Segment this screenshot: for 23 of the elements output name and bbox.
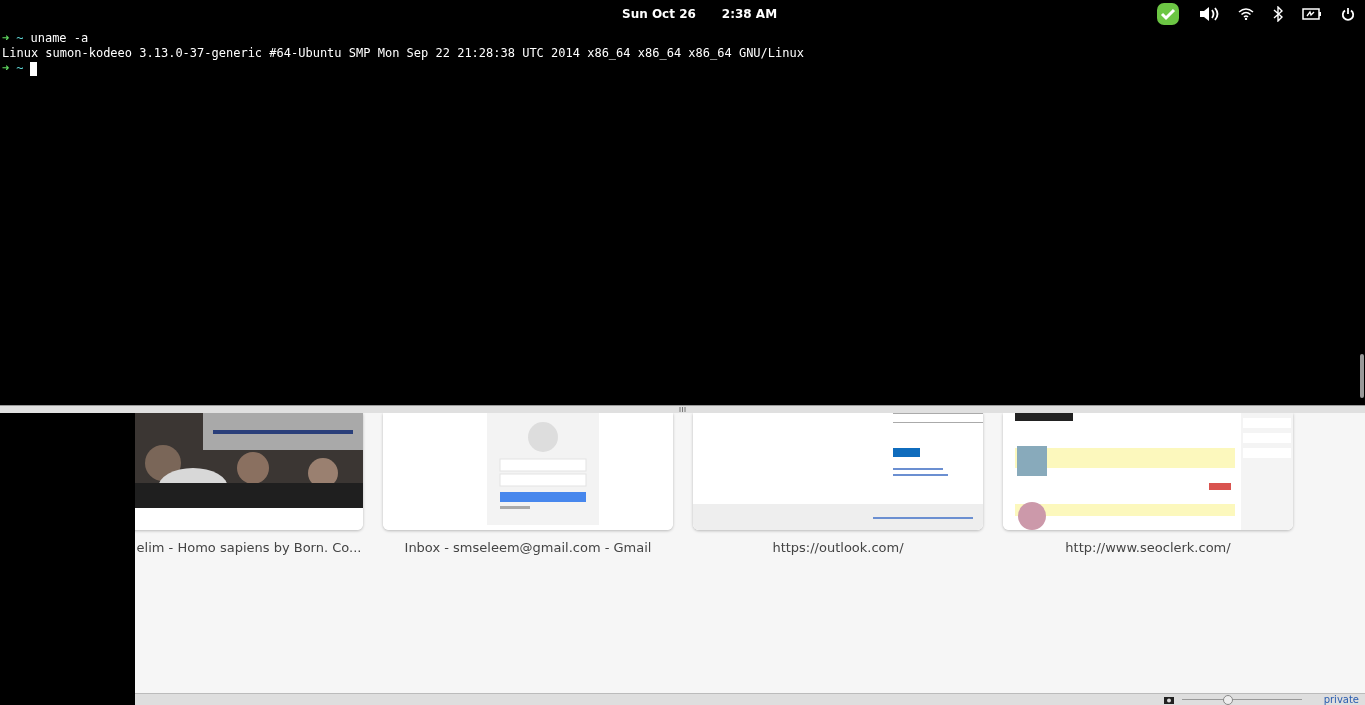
- thumbnail-title[interactable]: Inbox - smseleem@gmail.com - Gmail: [404, 540, 652, 555]
- wifi-icon[interactable]: [1238, 8, 1254, 20]
- bluetooth-icon[interactable]: [1273, 6, 1283, 22]
- prompt-arrow: ➜: [2, 31, 10, 46]
- prompt-directory: ~: [16, 31, 24, 46]
- battery-icon[interactable]: [1302, 8, 1322, 20]
- thumbnail-title[interactable]: https://outlook.com/: [772, 540, 904, 555]
- slider-thumb[interactable]: [1223, 694, 1234, 705]
- grip-icon[interactable]: [679, 407, 686, 412]
- check-badge-icon[interactable]: [1156, 2, 1180, 26]
- volume-icon[interactable]: [1199, 6, 1219, 22]
- power-icon[interactable]: [1341, 7, 1355, 21]
- thumbnail-title[interactable]: http://www.seoclerk.com/: [1065, 540, 1231, 555]
- prompt-arrow: ➜: [2, 61, 10, 76]
- date-label[interactable]: Sun Oct 26: [622, 7, 696, 21]
- command-text: uname -a: [30, 31, 89, 46]
- time-label[interactable]: 2:38 AM: [721, 7, 778, 21]
- camera-icon[interactable]: [1163, 695, 1174, 704]
- private-label: private: [1323, 694, 1359, 705]
- scrollbar-thumb[interactable]: [1360, 354, 1364, 398]
- prompt-directory: ~: [16, 61, 24, 76]
- thumbnail-title[interactable]: elim - Homo sapiens by Born. Co...: [135, 540, 363, 555]
- output-text: Linux sumon-kodeeo 3.13.0-37-generic #64-Ubuntu SMP Mon Sep 22 21:28:38 UTC 2014 x86_64 x86_64 x86_64 GNU/Linux: [2, 46, 804, 61]
